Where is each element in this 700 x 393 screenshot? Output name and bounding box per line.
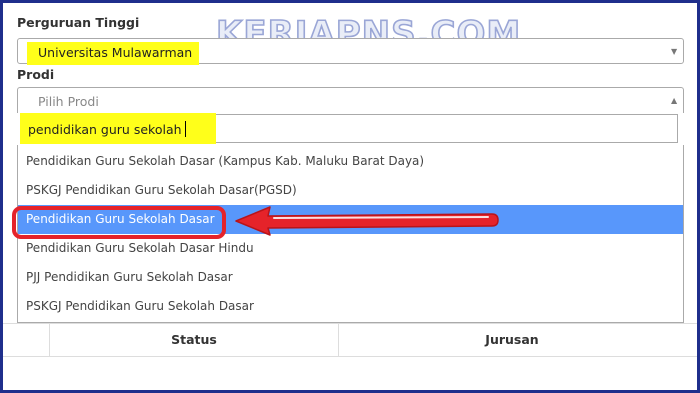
text-cursor: [185, 121, 186, 137]
university-select[interactable]: Universitas Mulawarman ▼: [17, 38, 684, 65]
prodi-search-input[interactable]: pendidikan guru sekolah: [20, 113, 678, 144]
column-header-status[interactable]: Status: [50, 324, 338, 356]
university-label: Perguruan Tinggi: [17, 15, 140, 30]
left-arrow-icon: [235, 206, 499, 236]
prodi-select[interactable]: Pilih Prodi ▲: [17, 87, 684, 113]
caret-up-icon[interactable]: ▲: [671, 96, 677, 105]
column-header-jurusan[interactable]: Jurusan: [339, 324, 685, 356]
annotation-ring: [12, 206, 226, 239]
prodi-label: Prodi: [17, 67, 55, 82]
option-item[interactable]: PJJ Pendidikan Guru Sekolah Dasar: [18, 263, 683, 292]
results-table-header: Status Jurusan: [3, 323, 697, 357]
prodi-placeholder: Pilih Prodi: [38, 94, 99, 109]
option-item[interactable]: Pendidikan Guru Sekolah Dasar (Kampus Ka…: [18, 147, 683, 176]
option-item[interactable]: PSKGJ Pendidikan Guru Sekolah Dasar: [18, 292, 683, 321]
option-item[interactable]: PSKGJ Pendidikan Guru Sekolah Dasar(PGSD…: [18, 176, 683, 205]
search-value: pendidikan guru sekolah: [28, 122, 182, 137]
university-value: Universitas Mulawarman: [38, 45, 193, 60]
caret-down-icon[interactable]: ▼: [671, 47, 677, 56]
